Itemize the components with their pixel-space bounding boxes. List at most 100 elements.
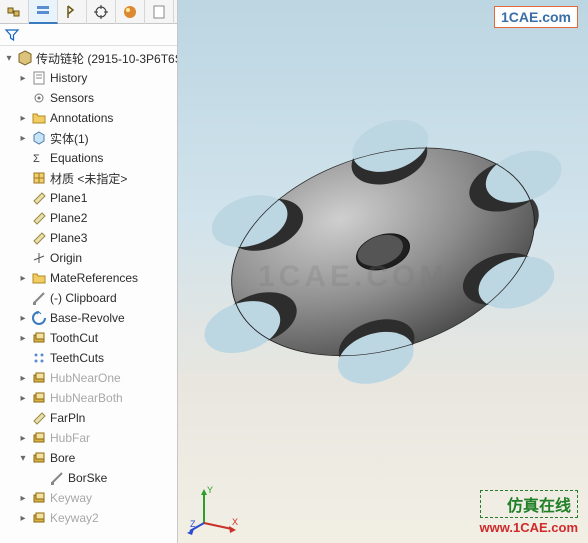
tree-item-label: TeethCuts	[50, 351, 104, 365]
tree-root-label: 传动链轮 (2915-10-3P6T6SN3	[36, 50, 177, 67]
tree-root[interactable]: ▾ 传动链轮 (2915-10-3P6T6SN3	[0, 48, 177, 68]
tree-item-label: HubNearBoth	[50, 391, 123, 405]
revolve-icon	[31, 310, 47, 326]
filter-row	[0, 24, 177, 46]
tree-item-label: BorSke	[68, 471, 107, 485]
tree-item-label: Base-Revolve	[50, 311, 125, 325]
twisty-icon[interactable]: ▸	[18, 133, 28, 144]
axis-z-label: Z	[190, 519, 196, 529]
feature-manager-panel: ▾ 传动链轮 (2915-10-3P6T6SN3 ▸ History Sensors…	[0, 0, 178, 543]
tree-item-label: MateReferences	[50, 271, 138, 285]
target-icon	[93, 4, 109, 20]
tree-item[interactable]: ▸Keyway2	[0, 508, 177, 528]
history-icon	[31, 70, 47, 86]
tree-item[interactable]: ▸ MateReferences	[0, 268, 177, 288]
tab-feature-tree[interactable]	[29, 0, 58, 24]
prop-icon	[64, 4, 80, 20]
tab-appearance[interactable]	[116, 0, 145, 24]
tree-item[interactable]: TeethCuts	[0, 348, 177, 368]
sheet-icon	[151, 4, 167, 20]
assembly-icon	[6, 4, 22, 20]
tree-item-label: ToothCut	[50, 331, 98, 345]
cut-icon	[31, 450, 47, 466]
tree-item[interactable]: Plane3	[0, 228, 177, 248]
tree-item-label: Plane3	[50, 231, 87, 245]
twisty-icon[interactable]: ▾	[18, 453, 28, 464]
equations-icon: Σ	[31, 150, 47, 166]
tree-item[interactable]: ▸Annotations	[0, 108, 177, 128]
watermark-bottom-right: 仿真在线 www.1CAE.com	[480, 490, 578, 535]
plane-icon	[31, 410, 47, 426]
tree-item[interactable]: ▸ Base-Revolve	[0, 308, 177, 328]
feature-tree: ▾ 传动链轮 (2915-10-3P6T6SN3 ▸ History Sensors…	[0, 46, 177, 543]
gear-model[interactable]	[188, 52, 578, 442]
tree-item[interactable]: (-) Clipboard	[0, 288, 177, 308]
twisty-icon[interactable]: ▸	[18, 113, 28, 124]
tree-item-label: History	[50, 71, 87, 85]
twisty-icon[interactable]: ▸	[18, 373, 28, 384]
cut-icon	[31, 330, 47, 346]
cut-icon	[31, 510, 47, 526]
twisty-icon[interactable]: ▾	[4, 53, 14, 64]
origin-icon	[31, 250, 47, 266]
tab-extra[interactable]	[145, 0, 174, 24]
appearance-icon	[122, 4, 138, 20]
panel-tab-row	[0, 0, 177, 24]
tree-item[interactable]: BorSke	[0, 468, 177, 488]
tree-item[interactable]: Plane2	[0, 208, 177, 228]
sensors-icon	[31, 90, 47, 106]
tree-item[interactable]: ▸ ToothCut	[0, 328, 177, 348]
tree-item-label: HubFar	[50, 431, 90, 445]
graphics-viewport[interactable]: 1CAE.COM 1CAE.com 仿真在线 www.1CAE.com Y X …	[178, 0, 588, 543]
cube-icon	[31, 130, 47, 146]
twisty-icon[interactable]: ▸	[18, 313, 28, 324]
watermark-top-right: 1CAE.com	[494, 6, 578, 28]
twisty-icon[interactable]: ▸	[18, 273, 28, 284]
material-icon	[31, 170, 47, 186]
tree-item[interactable]: ▸ HubNearOne	[0, 368, 177, 388]
orientation-triad[interactable]: Y X Z	[186, 481, 240, 535]
tree-item[interactable]: FarPln	[0, 408, 177, 428]
tree-item[interactable]: ▸ HubNearBoth	[0, 388, 177, 408]
twisty-icon[interactable]: ▸	[18, 433, 28, 444]
twisty-icon[interactable]: ▸	[18, 393, 28, 404]
tree-item-label: Plane1	[50, 191, 87, 205]
axis-y-label: Y	[207, 485, 213, 495]
tree-item[interactable]: ▸ HubFar	[0, 428, 177, 448]
tree-item[interactable]: ▸实体(1)	[0, 128, 177, 148]
sketch-icon	[49, 470, 65, 486]
cut-icon	[31, 490, 47, 506]
watermark-cn: 仿真在线	[480, 490, 578, 518]
tree-item[interactable]: ▸Keyway	[0, 488, 177, 508]
pattern-icon	[31, 350, 47, 366]
plane-icon	[31, 210, 47, 226]
twisty-icon[interactable]: ▸	[18, 333, 28, 344]
tab-config[interactable]	[87, 0, 116, 24]
tree-item[interactable]: Origin	[0, 248, 177, 268]
folder-icon	[31, 110, 47, 126]
tree-icon	[35, 3, 51, 19]
tree-item[interactable]: ▾ Bore	[0, 448, 177, 468]
twisty-icon[interactable]: ▸	[18, 493, 28, 504]
filter-icon[interactable]	[4, 27, 20, 43]
tree-item-label: Plane2	[50, 211, 87, 225]
twisty-icon[interactable]: ▸	[18, 73, 28, 84]
tree-item[interactable]: Plane1	[0, 188, 177, 208]
tree-item[interactable]: 材质 <未指定>	[0, 168, 177, 188]
tree-item-label: 材质 <未指定>	[50, 170, 127, 187]
cut-icon	[31, 430, 47, 446]
twisty-icon[interactable]: ▸	[18, 513, 28, 524]
tree-item-label: Equations	[50, 151, 103, 165]
tree-item-label: HubNearOne	[50, 371, 121, 385]
tree-item[interactable]: Sensors	[0, 88, 177, 108]
plane-icon	[31, 230, 47, 246]
sketch-icon	[31, 290, 47, 306]
tree-item[interactable]: ΣEquations	[0, 148, 177, 168]
tree-item-label: Bore	[50, 451, 75, 465]
part-icon	[17, 50, 33, 66]
tree-item-label: Sensors	[50, 91, 94, 105]
tab-properties[interactable]	[58, 0, 87, 24]
tree-item[interactable]: ▸ History	[0, 68, 177, 88]
tab-assembly[interactable]	[0, 0, 29, 24]
cut-icon	[31, 370, 47, 386]
